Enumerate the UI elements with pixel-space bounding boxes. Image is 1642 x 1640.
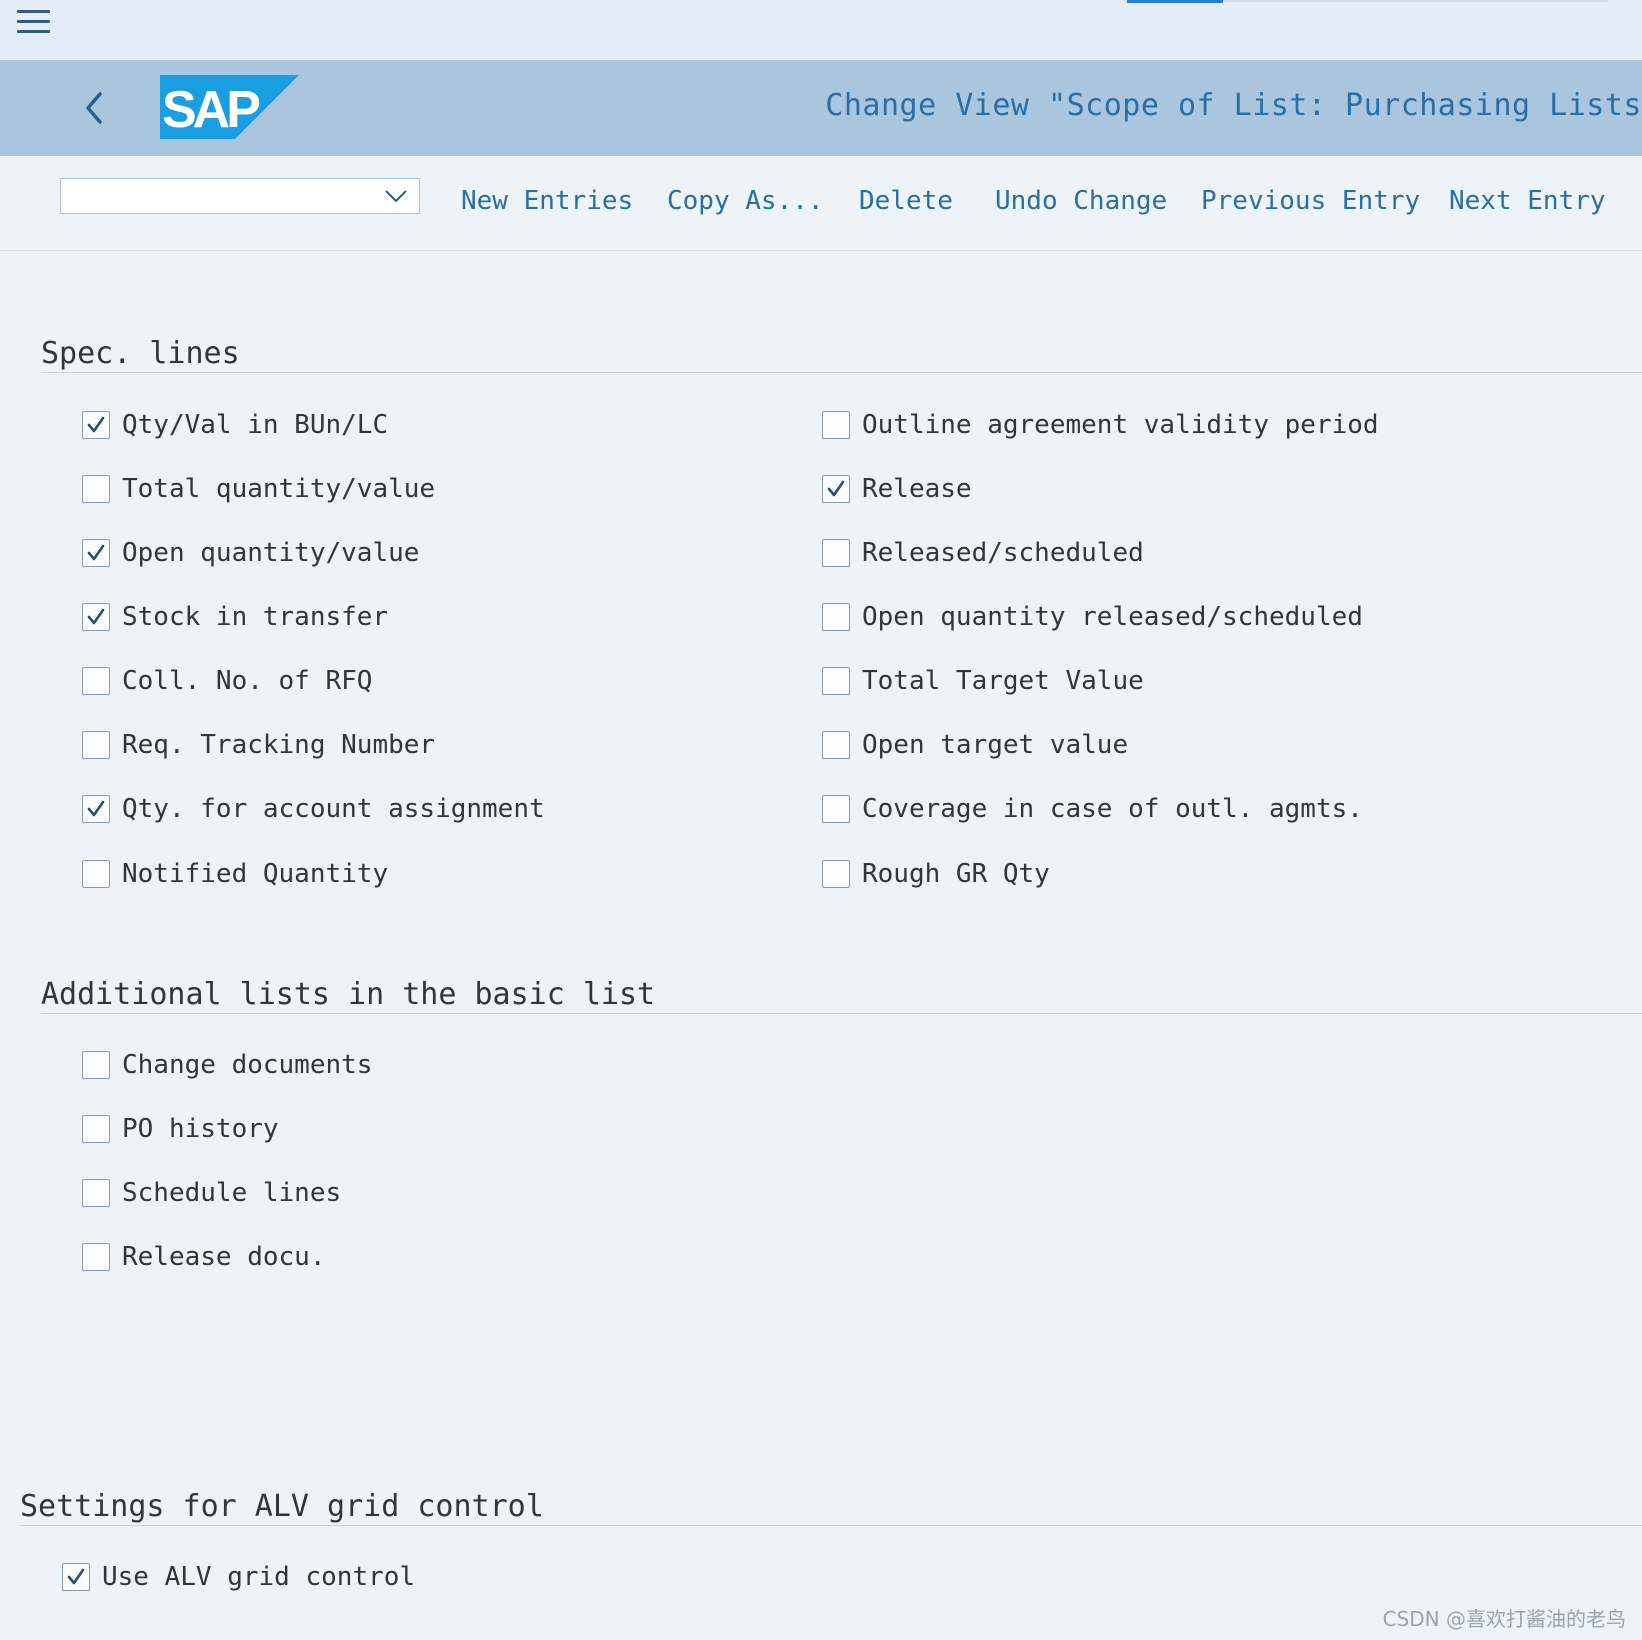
checkmark-icon bbox=[827, 480, 845, 497]
checkbox-label: Stock in transfer bbox=[122, 602, 389, 632]
checkbox-row[interactable]: PO history bbox=[82, 1113, 279, 1145]
checkbox-row[interactable]: Release bbox=[822, 473, 972, 505]
previous-entry-button[interactable]: Previous Entry bbox=[1201, 186, 1420, 216]
checkbox-label: Coverage in case of outl. agmts. bbox=[862, 794, 1363, 824]
checkmark-icon bbox=[87, 608, 105, 625]
checkbox-row[interactable]: Released/scheduled bbox=[822, 537, 1144, 569]
checkbox[interactable] bbox=[82, 795, 110, 823]
checkbox-row[interactable]: Req. Tracking Number bbox=[82, 729, 435, 761]
checkbox-label: Open target value bbox=[862, 730, 1129, 760]
checkbox-row[interactable]: Use ALV grid control bbox=[62, 1561, 415, 1593]
checkbox[interactable] bbox=[82, 1051, 110, 1079]
back-icon[interactable] bbox=[80, 88, 110, 128]
checkbox-label: Change documents bbox=[122, 1050, 373, 1080]
tab-indicator-track bbox=[1223, 0, 1608, 2]
delete-button[interactable]: Delete bbox=[859, 186, 953, 216]
checkbox-label: PO history bbox=[122, 1114, 279, 1144]
checkbox-row[interactable]: Notified Quantity bbox=[82, 858, 388, 890]
checkmark-icon bbox=[87, 416, 105, 433]
section-divider bbox=[41, 372, 1642, 373]
checkbox[interactable] bbox=[82, 603, 110, 631]
checkbox-row[interactable]: Change documents bbox=[82, 1049, 372, 1081]
checkbox[interactable] bbox=[822, 860, 850, 888]
checkmark-icon bbox=[87, 544, 105, 561]
section-divider bbox=[20, 1525, 1642, 1526]
checkmark-icon bbox=[67, 1568, 85, 1585]
checkbox-label: Open quantity released/scheduled bbox=[862, 602, 1363, 632]
checkbox[interactable] bbox=[62, 1563, 90, 1591]
shell-header: SAP Change View "Scope of List: Purchasi… bbox=[0, 60, 1642, 156]
chevron-down-icon bbox=[385, 190, 407, 203]
checkbox[interactable] bbox=[82, 1179, 110, 1207]
checkbox-label: Rough GR Qty bbox=[862, 859, 1050, 889]
copy-as-button[interactable]: Copy As... bbox=[667, 186, 824, 216]
checkbox[interactable] bbox=[822, 731, 850, 759]
checkbox[interactable] bbox=[82, 667, 110, 695]
checkbox-row[interactable]: Coverage in case of outl. agmts. bbox=[822, 793, 1363, 825]
new-entries-button[interactable]: New Entries bbox=[461, 186, 633, 216]
checkbox-label: Qty/Val in BUn/LC bbox=[122, 410, 389, 440]
checkbox-row[interactable]: Total quantity/value bbox=[82, 473, 435, 505]
checkbox[interactable] bbox=[82, 475, 110, 503]
checkbox-row[interactable]: Schedule lines bbox=[82, 1177, 341, 1209]
checkbox-label: Total quantity/value bbox=[122, 474, 436, 504]
checkbox-label: Schedule lines bbox=[122, 1178, 342, 1208]
section-title-alv-settings: Settings for ALV grid control bbox=[20, 1489, 544, 1524]
section-divider bbox=[41, 1013, 1642, 1014]
checkbox-row[interactable]: Stock in transfer bbox=[82, 601, 388, 633]
checkbox-label: Qty. for account assignment bbox=[122, 794, 545, 824]
checkbox[interactable] bbox=[822, 795, 850, 823]
checkbox[interactable] bbox=[822, 411, 850, 439]
checkbox-label: Release docu. bbox=[122, 1242, 326, 1272]
checkbox-row[interactable]: Open quantity released/scheduled bbox=[822, 601, 1363, 633]
section-title-spec-lines: Spec. lines bbox=[41, 336, 240, 371]
checkbox[interactable] bbox=[82, 1115, 110, 1143]
sap-logo: SAP bbox=[160, 75, 299, 139]
checkbox[interactable] bbox=[822, 539, 850, 567]
checkbox-label: Open quantity/value bbox=[122, 538, 420, 568]
checkbox[interactable] bbox=[82, 411, 110, 439]
watermark: CSDN @喜欢打酱油的老鸟 bbox=[1382, 1607, 1626, 1631]
checkbox[interactable] bbox=[82, 539, 110, 567]
next-entry-button[interactable]: Next Entry bbox=[1449, 186, 1606, 216]
checkbox[interactable] bbox=[822, 475, 850, 503]
active-tab-indicator bbox=[1127, 0, 1223, 3]
checkbox-row[interactable]: Coll. No. of RFQ bbox=[82, 665, 372, 697]
toolbar: New Entries Copy As... Delete Undo Chang… bbox=[0, 156, 1642, 251]
checkbox-label: Req. Tracking Number bbox=[122, 730, 436, 760]
checkbox-row[interactable]: Qty/Val in BUn/LC bbox=[82, 409, 388, 441]
section-title-additional-lists: Additional lists in the basic list bbox=[41, 977, 656, 1012]
checkbox[interactable] bbox=[82, 1243, 110, 1271]
checkbox-label: Notified Quantity bbox=[122, 859, 389, 889]
checkmark-icon bbox=[87, 800, 105, 817]
checkbox-row[interactable]: Rough GR Qty bbox=[822, 858, 1050, 890]
action-dropdown[interactable] bbox=[60, 178, 420, 214]
checkbox-row[interactable]: Open target value bbox=[822, 729, 1128, 761]
checkbox[interactable] bbox=[822, 667, 850, 695]
menu-icon[interactable] bbox=[17, 10, 50, 36]
checkbox-label: Release bbox=[862, 474, 972, 504]
checkbox-label: Total Target Value bbox=[862, 666, 1144, 696]
checkbox-label: Coll. No. of RFQ bbox=[122, 666, 373, 696]
checkbox-row[interactable]: Release docu. bbox=[82, 1241, 326, 1273]
page-title: Change View "Scope of List: Purchasing L… bbox=[825, 88, 1642, 123]
checkbox[interactable] bbox=[82, 731, 110, 759]
undo-change-button[interactable]: Undo Change bbox=[995, 186, 1167, 216]
checkbox-label: Outline agreement validity period bbox=[862, 410, 1379, 440]
checkbox-label: Use ALV grid control bbox=[102, 1562, 416, 1592]
checkbox[interactable] bbox=[822, 603, 850, 631]
checkbox-row[interactable]: Total Target Value bbox=[822, 665, 1144, 697]
svg-text:SAP: SAP bbox=[162, 81, 259, 139]
checkbox-label: Released/scheduled bbox=[862, 538, 1144, 568]
checkbox-row[interactable]: Qty. for account assignment bbox=[82, 793, 545, 825]
checkbox-row[interactable]: Open quantity/value bbox=[82, 537, 419, 569]
shell-top-bar bbox=[0, 0, 1642, 60]
checkbox-row[interactable]: Outline agreement validity period bbox=[822, 409, 1379, 441]
checkbox[interactable] bbox=[82, 860, 110, 888]
